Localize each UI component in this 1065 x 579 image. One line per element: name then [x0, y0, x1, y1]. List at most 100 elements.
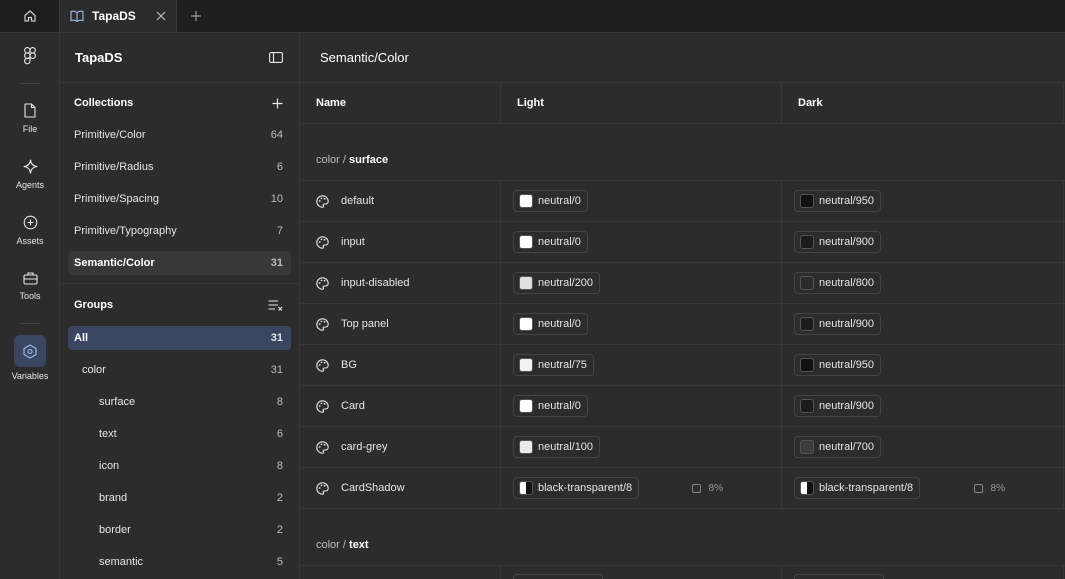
collection-item[interactable]: Primitive/Spacing 10 [68, 187, 291, 211]
table-row[interactable]: input neutral/0 neutral/900 [300, 222, 1065, 263]
table-row[interactable]: BG neutral/75 neutral/950 [300, 345, 1065, 386]
table-row[interactable]: CardShadow black-transparent/8 8% black-tra… [300, 468, 1065, 509]
rail-label: File [22, 124, 38, 134]
name-cell: default [300, 181, 501, 221]
value-chip[interactable]: black-transparent/8 [513, 477, 640, 499]
assets-icon [23, 215, 37, 230]
opacity-value[interactable]: 8% [973, 483, 1005, 494]
variable-name[interactable]: input-disabled [341, 277, 410, 289]
collection-item[interactable]: Primitive/Typography 7 [68, 219, 291, 243]
color-swatch [519, 399, 533, 413]
name-cell: CardShadow [300, 468, 501, 508]
table-header: Name Light Dark [300, 83, 1065, 124]
group-item[interactable]: border 2 [68, 518, 291, 542]
collections-title: Collections [74, 97, 134, 109]
groups-header: Groups [60, 284, 299, 326]
value-label: neutral/0 [538, 400, 581, 412]
value-chip[interactable]: neutral/0 [513, 313, 588, 335]
toolbox-icon [22, 272, 38, 285]
figma-logo[interactable] [0, 47, 60, 65]
value-chip[interactable]: neutral/0 [513, 190, 588, 212]
dark-value-cell: neutral/700 [782, 427, 1064, 467]
table-row[interactable]: input-disabled neutral/200 neutral/800 [300, 263, 1065, 304]
value-label: black-transparent/8 [538, 482, 633, 494]
group-item[interactable]: icon 8 [68, 454, 291, 478]
color-swatch [800, 235, 814, 249]
close-icon[interactable] [156, 11, 166, 21]
table-row[interactable]: Top panel neutral/0 neutral/900 [300, 304, 1065, 345]
collection-item[interactable]: Primitive/Radius 6 [68, 155, 291, 179]
value-chip[interactable]: neutral/700 [794, 436, 882, 458]
figma-icon [24, 47, 36, 65]
value-label: neutral/0 [538, 318, 581, 330]
new-tab-button[interactable] [177, 0, 215, 32]
value-chip[interactable]: neutral/950 [794, 354, 882, 376]
collection-count: 7 [276, 225, 283, 237]
value-chip[interactable]: neutral/900 [794, 313, 882, 335]
rail-item-variables[interactable]: Variables [0, 335, 60, 381]
color-swatch [800, 440, 814, 454]
rail-label: Assets [16, 236, 44, 246]
group-item-all[interactable]: All 31 [68, 326, 291, 350]
variable-name[interactable]: Top panel [341, 318, 389, 330]
variable-name[interactable]: CardShadow [341, 482, 405, 494]
value-chip[interactable]: neutral/100 [513, 436, 601, 458]
home-icon [23, 10, 36, 22]
tab-tapads[interactable]: TapaDS [60, 0, 177, 32]
value-chip[interactable]: neutral/75 [513, 354, 594, 376]
collections-sidebar: TapaDS Collections Primitive/Color 64 Pr… [60, 33, 300, 579]
value-chip[interactable]: neutral/800 [794, 272, 882, 294]
opacity-checkbox-icon [691, 483, 701, 493]
group-item[interactable]: text 6 [68, 422, 291, 446]
variable-name[interactable]: default [341, 195, 374, 207]
table-row[interactable]: card-grey neutral/100 neutral/700 [300, 427, 1065, 468]
list-filter-icon[interactable] [268, 299, 283, 311]
value-chip[interactable]: neutral/0 [513, 395, 588, 417]
collection-item[interactable]: Primitive/Color 64 [68, 123, 291, 147]
collection-item-selected[interactable]: Semantic/Color 31 [68, 251, 291, 275]
opacity-value[interactable]: 8% [691, 483, 723, 494]
value-chip[interactable]: neutral/950 [794, 190, 882, 212]
color-swatch [800, 399, 814, 413]
group-item[interactable]: brand 2 [68, 486, 291, 510]
name-cell: input [300, 222, 501, 262]
group-item[interactable]: color 31 [68, 358, 291, 382]
value-label: neutral/75 [538, 359, 587, 371]
variables-icon [23, 343, 37, 359]
palette-icon [316, 358, 329, 372]
value-chip[interactable] [794, 574, 884, 579]
panel-toggle-icon[interactable] [269, 52, 283, 63]
group-item[interactable]: semantic 5 [68, 550, 291, 574]
palette-icon [316, 440, 329, 454]
light-value-cell [501, 566, 782, 579]
group-count: 2 [276, 524, 283, 536]
group-count: 8 [276, 396, 283, 408]
add-collection-icon[interactable] [272, 98, 283, 109]
light-value-cell: black-transparent/8 8% [501, 468, 782, 508]
rail-item-agents[interactable]: Agents [0, 159, 60, 190]
column-header-light[interactable]: Light [501, 83, 782, 123]
home-button[interactable] [0, 0, 60, 32]
group-item[interactable]: surface 8 [68, 390, 291, 414]
variable-name[interactable]: Card [341, 400, 365, 412]
variable-name[interactable]: BG [341, 359, 357, 371]
variable-name[interactable]: input [341, 236, 365, 248]
value-chip[interactable]: neutral/900 [794, 395, 882, 417]
rail-item-file[interactable]: File [0, 103, 60, 134]
rail-item-tools[interactable]: Tools [0, 271, 60, 301]
value-chip[interactable]: neutral/200 [513, 272, 601, 294]
column-header-dark[interactable]: Dark [782, 83, 1064, 123]
rail-item-assets[interactable]: Assets [0, 215, 60, 246]
value-chip[interactable]: neutral/900 [794, 231, 882, 253]
value-chip[interactable] [513, 574, 603, 579]
column-header-name[interactable]: Name [300, 83, 501, 123]
palette-icon [316, 481, 329, 495]
table-row[interactable]: Card neutral/0 neutral/900 [300, 386, 1065, 427]
dark-value-cell: neutral/950 [782, 345, 1064, 385]
value-label: neutral/950 [819, 359, 875, 371]
value-label: neutral/0 [538, 236, 581, 248]
variable-name[interactable]: card-grey [341, 441, 387, 453]
value-chip[interactable]: black-transparent/8 [794, 477, 921, 499]
value-chip[interactable]: neutral/0 [513, 231, 588, 253]
table-row[interactable]: default neutral/0 neutral/950 [300, 181, 1065, 222]
